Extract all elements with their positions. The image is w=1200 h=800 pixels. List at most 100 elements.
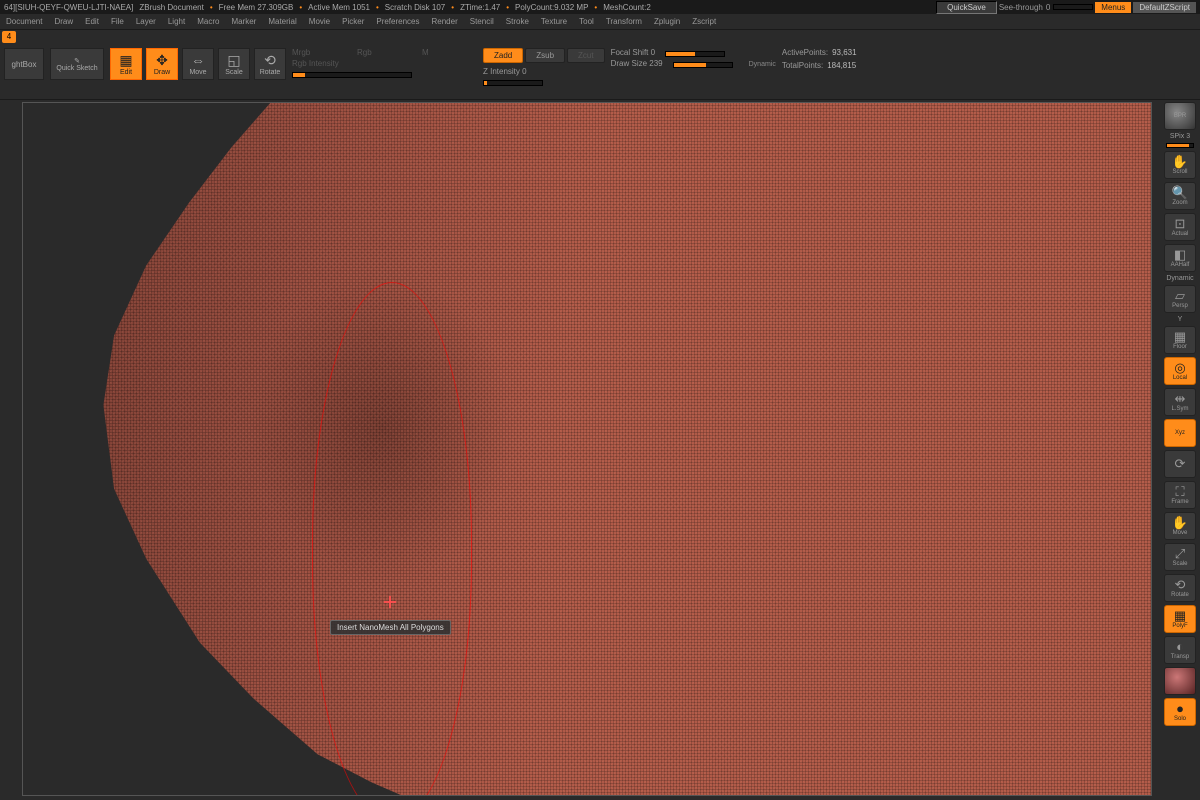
menu-edit[interactable]: Edit (79, 17, 105, 26)
lsym-button[interactable]: ⇹L.Sym (1164, 388, 1196, 416)
separator-dot: • (506, 3, 509, 12)
menu-stroke[interactable]: Stroke (500, 17, 535, 26)
xyz-button[interactable]: Xyz (1164, 419, 1196, 447)
draw-button[interactable]: ✥ Draw (146, 48, 178, 80)
history-marker[interactable]: 4 (2, 31, 16, 43)
persp-button[interactable]: ▱Persp (1164, 285, 1196, 313)
main-area: Insert NanoMesh All Polygons (0, 100, 1160, 800)
separator-dot: • (210, 3, 213, 12)
rgb-intensity-slider[interactable] (292, 72, 412, 78)
floor-button[interactable]: ▦Floor (1164, 326, 1196, 354)
transp-icon: ◐ (1176, 640, 1184, 653)
rgb-button[interactable]: Rgb (357, 48, 412, 57)
actual-button[interactable]: ⊡Actual (1164, 213, 1196, 241)
y-label: Y (1178, 316, 1183, 323)
lightbox-button[interactable]: ghtBox (4, 48, 44, 80)
sym-icon: ⇹ (1175, 392, 1186, 405)
menu-picker[interactable]: Picker (336, 17, 370, 26)
zadd-button[interactable]: Zadd (483, 48, 523, 63)
edit-icon: ▦ (119, 53, 132, 67)
rotate-icon: ⟲ (264, 53, 276, 67)
aahalf-button[interactable]: ◧AAHalf (1164, 244, 1196, 272)
half-icon: ◧ (1174, 248, 1186, 261)
side-rotate-button[interactable]: ⟲Rotate (1164, 574, 1196, 602)
toolbar: ghtBox ✎ Quick Sketch ▦ Edit ✥ Draw ⇔ Mo… (0, 44, 1200, 100)
menu-light[interactable]: Light (162, 17, 191, 26)
polyf-button[interactable]: ▦PolyF (1164, 605, 1196, 633)
mrgb-button[interactable]: Mrgb (292, 48, 347, 57)
menu-transform[interactable]: Transform (600, 17, 648, 26)
separator-dot: • (376, 3, 379, 12)
scale-icon: ◱ (227, 53, 240, 67)
move-button[interactable]: ⇔ Move (182, 48, 214, 80)
hand-icon: ✋ (1172, 155, 1188, 168)
menu-stencil[interactable]: Stencil (464, 17, 500, 26)
focal-shift-slider[interactable] (665, 51, 725, 57)
menu-preferences[interactable]: Preferences (370, 17, 425, 26)
local-button[interactable]: ◎Local (1164, 357, 1196, 385)
free-mem: Free Mem 27.309GB (219, 3, 294, 12)
menu-texture[interactable]: Texture (535, 17, 573, 26)
draw-label: Draw (154, 69, 170, 76)
quicksketch-label: Quick Sketch (56, 65, 97, 72)
menu-draw[interactable]: Draw (48, 17, 79, 26)
zcut-button[interactable]: Zcut (567, 48, 605, 63)
edit-button[interactable]: ▦ Edit (110, 48, 142, 80)
menu-file[interactable]: File (105, 17, 130, 26)
scale-button[interactable]: ◱ Scale (218, 48, 250, 80)
menu-movie[interactable]: Movie (303, 17, 336, 26)
hand-icon: ✋ (1172, 516, 1188, 529)
defaultzscript-button[interactable]: DefaultZScript (1133, 2, 1196, 13)
menu-tool[interactable]: Tool (573, 17, 600, 26)
side-scale-button[interactable]: ⤢Scale (1164, 543, 1196, 571)
side-move-button[interactable]: ✋Move (1164, 512, 1196, 540)
scratch-disk: Scratch Disk 107 (385, 3, 445, 12)
menu-document[interactable]: Document (0, 17, 48, 26)
spix-slider[interactable] (1166, 143, 1194, 148)
frame-button[interactable]: ⛶Frame (1164, 481, 1196, 509)
move-label: Move (189, 69, 206, 76)
menus-button[interactable]: Menus (1095, 2, 1131, 13)
polycount: PolyCount:9.032 MP (515, 3, 588, 12)
scale-icon: ⤢ (1175, 547, 1185, 560)
spix-control[interactable]: SPix 3 (1170, 133, 1190, 140)
move-icon: ⇔ (191, 53, 205, 67)
zintensity-slider[interactable] (483, 80, 543, 86)
frame-icon: ⛶ (1175, 485, 1184, 498)
seethrough-value: 0 (1046, 3, 1050, 12)
m-button[interactable]: M (422, 48, 477, 57)
menu-material[interactable]: Material (262, 17, 302, 26)
local-icon: ◎ (1174, 361, 1185, 374)
meshcount: MeshCount:2 (603, 3, 651, 12)
seethrough-slider[interactable] (1053, 4, 1093, 10)
material-sphere[interactable]: BPR (1164, 102, 1196, 130)
rotate-icon: ⟲ (1175, 578, 1186, 591)
dynamic-label[interactable]: Dynamic (743, 61, 776, 68)
rotate-button[interactable]: ⟲ Rotate (254, 48, 286, 80)
rot-y-button[interactable]: ⟳ (1164, 450, 1196, 478)
solo-icon: ● (1176, 702, 1184, 715)
zoom-button[interactable]: 🔍Zoom (1164, 182, 1196, 210)
menu-layer[interactable]: Layer (130, 17, 162, 26)
scroll-button[interactable]: ✋Scroll (1164, 151, 1196, 179)
menu-marker[interactable]: Marker (225, 17, 262, 26)
menu-render[interactable]: Render (426, 17, 464, 26)
menu-zplugin[interactable]: Zplugin (648, 17, 686, 26)
material-swatch[interactable] (1164, 667, 1196, 695)
menu-zscript[interactable]: Zscript (686, 17, 722, 26)
quicksketch-button[interactable]: ✎ Quick Sketch (50, 48, 104, 80)
transp-button[interactable]: ◐Transp (1164, 636, 1196, 664)
magnifier-icon: 🔍 (1172, 186, 1188, 199)
zsub-button[interactable]: Zsub (525, 48, 565, 63)
seethrough-control[interactable]: See-through 0 (999, 3, 1093, 12)
canvas-border (22, 102, 1152, 796)
doc-label: ZBrush Document (139, 3, 203, 12)
quicksave-button[interactable]: QuickSave (936, 1, 997, 14)
menu-macro[interactable]: Macro (191, 17, 225, 26)
menu-bar: Document Draw Edit File Layer Light Macr… (0, 14, 1200, 30)
separator-dot: • (594, 3, 597, 12)
active-points-label: ActivePoints: (782, 48, 828, 57)
ztime: ZTime:1.47 (460, 3, 500, 12)
draw-size-slider[interactable] (673, 62, 733, 68)
solo-button[interactable]: ●Solo (1164, 698, 1196, 726)
